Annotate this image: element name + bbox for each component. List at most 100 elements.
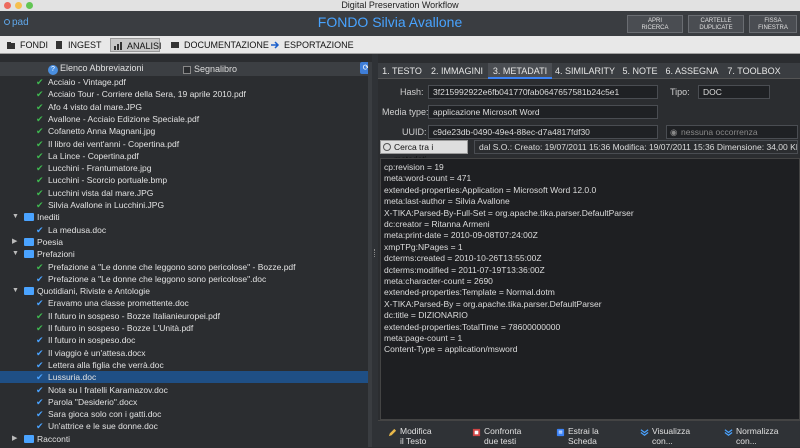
pin-window-button[interactable]: FISSA FINESTRA (749, 15, 797, 33)
tab-fondi[interactable]: FONDI (4, 38, 48, 52)
folder-icon (24, 287, 34, 296)
tree-file[interactable]: ✔ La medusa.doc (0, 224, 368, 236)
tab-analisi[interactable]: ANALISI (110, 38, 162, 52)
tree-file[interactable]: ✔ Il futuro in sospeso - Bozze Italianieu… (0, 310, 368, 322)
tree-file[interactable]: ✔ Il futuro in sospeso.doc (0, 334, 368, 346)
tree-file[interactable]: ✔ Cofanetto Anna Magnani.jpg (0, 125, 368, 137)
check-icon: ✔ (36, 335, 44, 346)
tree-file[interactable]: ✔ Afo 4 visto dal mare.JPG (0, 101, 368, 113)
tree-file[interactable]: ✔ Lucchini vista dal mare.JPG (0, 187, 368, 199)
tree-file[interactable]: ✔ Acciaio - Vintage.pdf (0, 76, 368, 88)
check-icon: ✔ (36, 187, 44, 198)
tree-file[interactable]: ✔ Sara gioca solo con i gatti.doc (0, 408, 368, 420)
tree-file[interactable]: ✔ Prefazione a "Le donne che leggono sono… (0, 261, 368, 273)
check-icon: ✔ (36, 175, 44, 186)
tree-file[interactable]: ✔ Un'attrice e le sue donne.doc (0, 420, 368, 432)
checkbox-box (183, 65, 191, 74)
compare-icon (472, 428, 481, 437)
tree-folder[interactable]: ▼ Inediti (0, 211, 368, 223)
tree-folder[interactable]: ▼ Quotidiani, Riviste e Antologie (0, 285, 368, 297)
tree-file[interactable]: ✔ Nota su I fratelli Karamazov.doc (0, 384, 368, 396)
zoom-window-button[interactable] (26, 2, 33, 9)
normalize-with-button[interactable]: Normalizza con... (722, 426, 798, 448)
file-label: Il futuro in sospeso - Bozze L'Unità.pdf (48, 323, 194, 333)
tree-file[interactable]: ✔ Lucchini - Scorcio portuale.bmp (0, 174, 368, 186)
tab-documentazione[interactable]: DOCUMENTAZIONE (168, 38, 269, 52)
tree-file[interactable]: ✔ Acciaio Tour - Corriere della Sera, 19 … (0, 88, 368, 100)
tree-file[interactable]: ✔ La Lince - Copertina.pdf (0, 150, 368, 162)
close-window-button[interactable] (4, 2, 11, 9)
file-label: Afo 4 visto dal mare.JPG (48, 101, 143, 112)
tree-file[interactable]: ✔ Il libro dei vent'anni - Copertina.pdf (0, 138, 368, 150)
abbreviations-link[interactable]: ? Elenco Abbreviazioni (48, 63, 144, 75)
view-with-button[interactable]: Visualizza con... (638, 426, 718, 448)
compare-texts-button[interactable]: Confronta due testi (470, 426, 550, 448)
tab-note[interactable]: 5. NOTE (618, 63, 662, 79)
uuid-label: UUID: (402, 127, 427, 137)
metadata-line: X-TIKA:Parsed-By = org.apache.tika.parse… (384, 298, 602, 309)
tree-file[interactable]: ✔ Avallone - Acciaio Edizione Speciale.pd… (0, 113, 368, 125)
check-icon: ✔ (36, 396, 44, 407)
tipo-field[interactable]: DOC (698, 85, 770, 99)
tree-file[interactable]: ✔ Lucchini - Frantumatore.jpg (0, 162, 368, 174)
chevron-down-icon[interactable]: ▼ (12, 248, 20, 260)
detail-tabs: 1. TESTO 2. IMMAGINI 3. METADATI 4. SIMI… (378, 63, 800, 79)
tab-assegna[interactable]: 6. ASSEGNA (662, 63, 722, 79)
minimize-window-button[interactable] (15, 2, 22, 9)
app-name: pad (12, 17, 29, 28)
tree-file[interactable]: ✔ Il viaggio è un'attesa.docx (0, 347, 368, 359)
check-icon: ✔ (36, 200, 44, 210)
tree-file[interactable]: ✔ Parola "Desiderio".docx (0, 396, 368, 408)
file-label: Il libro dei vent'anni - Copertina.pdf (48, 138, 180, 149)
check-icon: ✔ (36, 384, 44, 395)
tab-esportazione[interactable]: ESPORTAZIONE (268, 38, 354, 52)
metadata-text-area[interactable]: cp:revision = 19 meta:word-count = 471 ext… (380, 158, 800, 420)
media-type-field[interactable]: applicazione Microsoft Word (428, 105, 658, 119)
edit-text-button[interactable]: Modifica il Testo (386, 426, 466, 448)
tree-file[interactable]: ✔ Lettera alla figlia che verrà.doc (0, 359, 368, 371)
file-label: Prefazione a "Le donne che leggono sono … (48, 273, 267, 284)
tab-metadati[interactable]: 3. METADATI (488, 63, 552, 79)
check-icon: ✔ (36, 224, 44, 235)
tab-similarity[interactable]: 4. SIMILARITY (552, 63, 618, 79)
tree-file[interactable]: ✔ Silvia Avallone in Lucchini.JPG (0, 199, 368, 211)
tree-folder[interactable]: ▶ Racconti (0, 433, 368, 445)
check-icon: ✔ (36, 150, 44, 161)
uuid-field[interactable]: c9de23db-0490-49e4-88ec-d7a4817fdf30 (428, 125, 658, 139)
file-label: Il futuro in sospeso.doc (48, 335, 136, 346)
chevron-down-icon[interactable]: ▼ (12, 211, 20, 223)
occurrence-indicator: ◉ nessuna occorrenza (666, 125, 798, 139)
duplicate-folders-button[interactable]: CARTELLE DUPLICATE (688, 15, 744, 33)
bookmark-checkbox[interactable]: Segnalibro (183, 64, 237, 74)
extract-card-button[interactable]: Estrai la Scheda (554, 426, 634, 448)
tree-folder[interactable]: ▶ Poesia (0, 236, 368, 248)
chevron-down-icon (724, 429, 733, 436)
metadata-line: extended-properties:Application = Micros… (384, 184, 597, 195)
tab-immagini[interactable]: 2. IMMAGINI (426, 63, 488, 79)
chevron-right-icon[interactable]: ▶ (12, 236, 20, 248)
tab-toolbox[interactable]: 7. TOOLBOX (722, 63, 786, 79)
file-label: Cofanetto Anna Magnani.jpg (48, 126, 156, 137)
tree-file[interactable]: ✔ Il futuro in sospeso - Bozze L'Unità.pd… (0, 322, 368, 334)
metadata-line: dc:creator = Ritanna Armeni (384, 219, 490, 229)
check-icon: ✔ (36, 323, 44, 333)
tree-file[interactable]: ✔ Lussuria.doc (0, 371, 368, 384)
open-search-button[interactable]: APRI RICERCA (627, 15, 683, 33)
folder-label: Inediti (37, 212, 60, 223)
chevron-down-icon[interactable]: ▼ (12, 285, 20, 297)
tree-file[interactable]: ✔ Eravamo una classe promettente.doc (0, 297, 368, 309)
check-icon: ✔ (36, 421, 44, 432)
folder-icon (24, 213, 34, 222)
tree-folder[interactable]: ▼ Prefazioni (0, 248, 368, 260)
metadata-line: dcterms:modified = 2011-07-19T13:36:00Z (384, 264, 545, 275)
media-type-label: Media type: (382, 107, 429, 117)
tab-ingest[interactable]: INGEST (52, 38, 104, 52)
tab-testo[interactable]: 1. TESTO (378, 63, 426, 79)
window-controls (4, 2, 33, 9)
chevron-right-icon[interactable]: ▶ (12, 433, 20, 445)
hash-field[interactable]: 3f215992922e6fb041770fab0647657581b24c5e… (428, 85, 658, 99)
window-title: Digital Preservation Workflow (341, 0, 459, 10)
tree-file[interactable]: ✔ Prefazione a "Le donne che leggono sono… (0, 273, 368, 285)
metadata-line: meta:word-count = 471 (384, 173, 472, 184)
search-metadata-button[interactable]: Cerca tra i metadati (380, 140, 468, 164)
